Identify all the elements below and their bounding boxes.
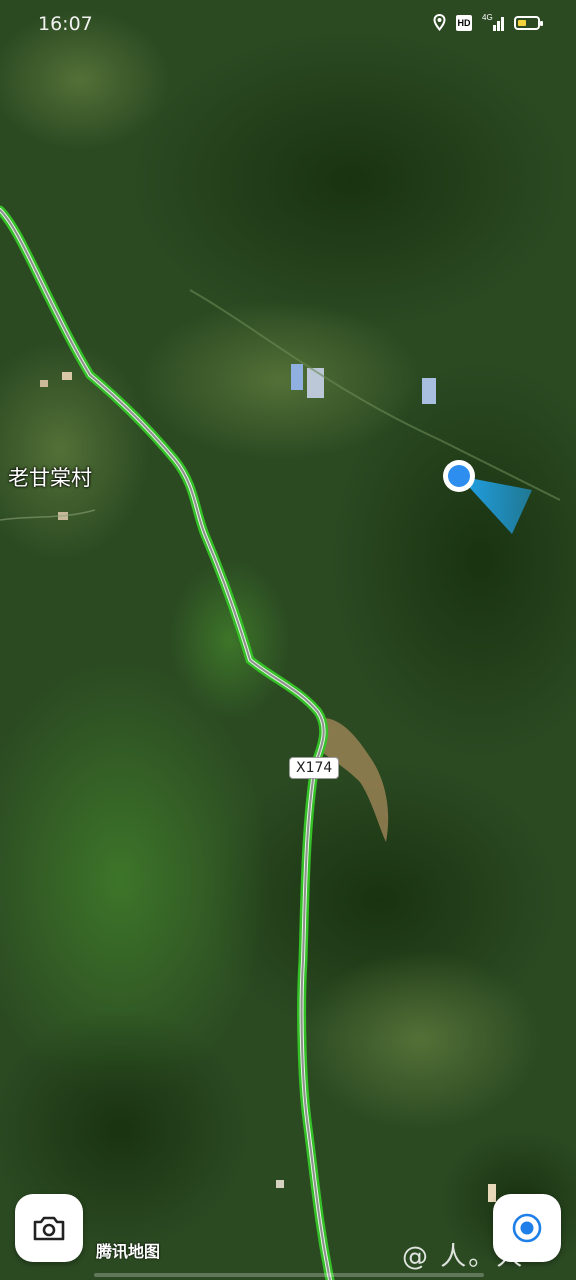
- battery-level: [518, 19, 526, 26]
- status-time: 16:07: [38, 13, 93, 35]
- road-shield-x174: X174: [289, 757, 340, 779]
- status-icons: HD 4G: [433, 12, 543, 31]
- satellite-map[interactable]: [0, 0, 576, 1280]
- village-label: 老甘棠村: [8, 466, 92, 490]
- provider-logo: 腾讯地图: [96, 1242, 161, 1261]
- hd-icon: HD: [456, 14, 472, 31]
- camera-button[interactable]: [15, 1194, 83, 1262]
- location-icon: [433, 14, 446, 31]
- battery-icon: [514, 15, 543, 30]
- camera-icon: [33, 1216, 65, 1241]
- network-type-label: 4G: [482, 12, 493, 22]
- signal-icon: 4G: [482, 12, 504, 31]
- current-location-core: [448, 465, 470, 487]
- status-bar: 16:07 HD 4G: [0, 0, 576, 50]
- watermark-text: @ 人。人: [402, 1242, 525, 1272]
- home-indicator[interactable]: [94, 1273, 484, 1277]
